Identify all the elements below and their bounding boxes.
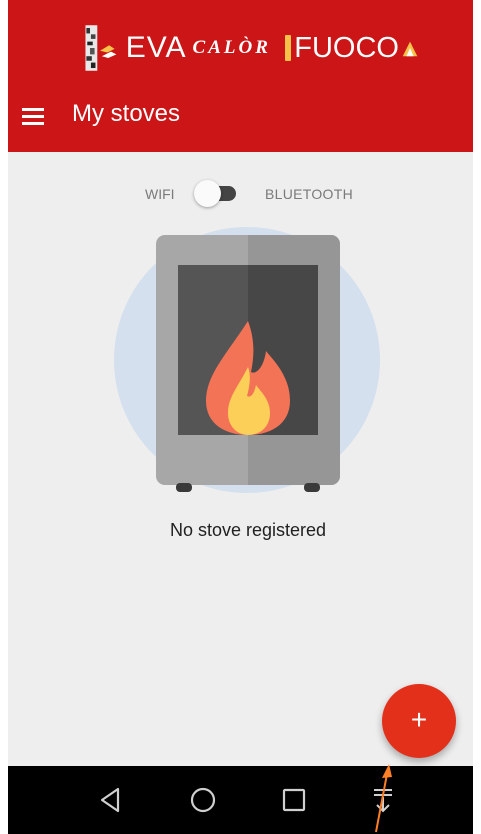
add-stove-button[interactable]: + xyxy=(382,684,456,758)
home-circle-icon[interactable] xyxy=(183,780,223,820)
wifi-label: WIFI xyxy=(145,186,175,202)
wifi-bluetooth-switch[interactable] xyxy=(194,180,221,207)
app-screen: EVA CALÒR FUOCO My stoves WIFI BLUETOOTH xyxy=(8,0,473,834)
hamburger-menu-icon[interactable] xyxy=(22,106,48,126)
pull-down-notifications-icon[interactable] xyxy=(363,780,403,820)
bluetooth-label: BLUETOOTH xyxy=(265,186,354,202)
system-navigation-bar xyxy=(8,766,473,834)
recents-square-icon[interactable] xyxy=(274,780,314,820)
brand-eva-text: EVA xyxy=(125,31,187,64)
stove-fire-illustration xyxy=(114,227,380,493)
brand-logo: EVA CALÒR FUOCO xyxy=(80,18,420,78)
page-title: My stoves xyxy=(72,100,181,127)
empty-state-message: No stove registered xyxy=(169,520,327,540)
brand-divider xyxy=(284,35,292,61)
back-triangle-icon[interactable] xyxy=(90,780,130,820)
flame-logo-icon xyxy=(402,41,418,57)
logo-emblem-icon xyxy=(85,25,117,71)
app-header: EVA CALÒR FUOCO My stoves xyxy=(8,0,473,152)
connection-toggle: WIFI BLUETOOTH xyxy=(8,178,473,208)
brand-calor-text: CALÒR xyxy=(192,37,271,58)
brand-fuoco-text: FUOCO xyxy=(294,31,399,64)
